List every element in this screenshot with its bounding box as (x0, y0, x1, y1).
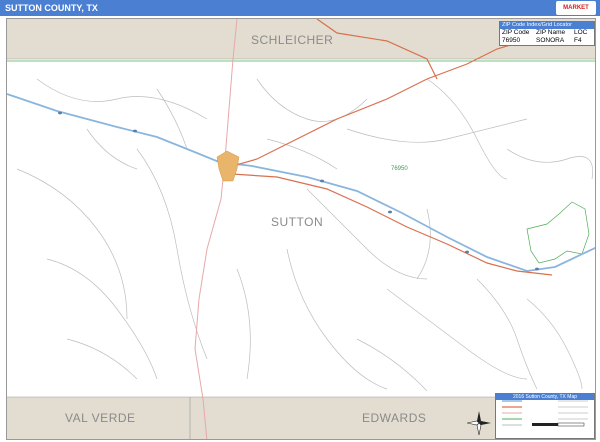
locator-col-zip: ZIP Code (502, 29, 530, 36)
zip-code-label: 76950 (391, 166, 408, 172)
legend-symbols (502, 400, 588, 427)
sonora-town (216, 150, 240, 182)
locator-cell-zip: 76950 (502, 37, 521, 44)
brand-logo: MARKET MAPS (556, 1, 596, 25)
locator-cell-loc: F4 (574, 37, 582, 44)
minor-road (194, 19, 238, 439)
title-bar: SUTTON COUNTY, TX MARKET MAPS (0, 0, 600, 25)
map-svg (7, 19, 595, 439)
locator-col-loc: LOC (574, 29, 588, 36)
county-label-sutton: SUTTON (271, 215, 324, 229)
county-label-schleicher: SCHLEICHER (251, 33, 334, 47)
map-canvas[interactable]: SCHLEICHER SUTTON VAL VERDE EDWARDS 7695… (6, 18, 596, 440)
county-label-val-verde: VAL VERDE (65, 411, 136, 425)
locator-cell-name: SONORA (536, 37, 565, 44)
map-legend: 2016 Sutton County, TX Map (495, 393, 595, 439)
locator-heading: ZIP Code Index/Grid Locator (500, 22, 594, 29)
zip-locator-table: ZIP Code Index/Grid Locator ZIP Code ZIP… (499, 21, 595, 46)
county-label-edwards: EDWARDS (362, 411, 427, 425)
locator-col-name: ZIP Name (536, 29, 566, 36)
map-title: SUTTON COUNTY, TX (5, 3, 98, 13)
locator-row: 76950 SONORA F4 (500, 37, 594, 45)
zip-boundary-east (526, 201, 590, 264)
local-roads (16, 78, 594, 392)
locator-header-row: ZIP Code ZIP Name LOC (500, 29, 594, 37)
compass-rose-icon (467, 411, 491, 435)
